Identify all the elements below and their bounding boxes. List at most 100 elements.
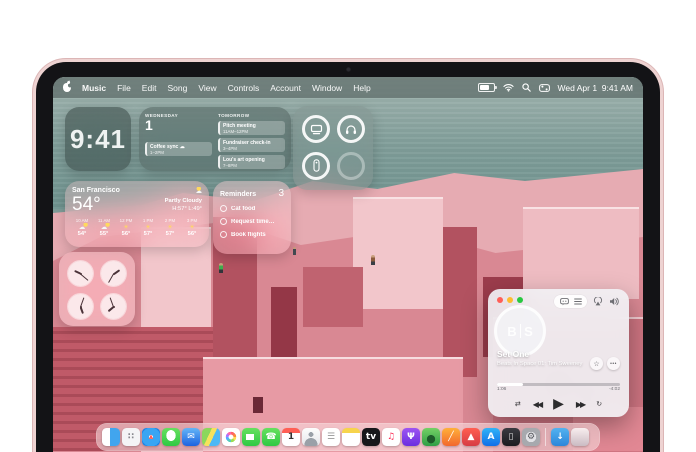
headphones-button[interactable] xyxy=(337,115,365,143)
dock-app-icon[interactable] xyxy=(202,428,220,446)
progress-bar[interactable] xyxy=(497,383,620,386)
dock-app-icon[interactable]: ⚙ xyxy=(522,428,540,446)
dock-app-icon[interactable]: ☰ xyxy=(322,428,340,446)
apple-menu-icon[interactable] xyxy=(63,83,71,92)
shuffle-button[interactable]: ⇄ xyxy=(515,400,521,408)
display-icon xyxy=(310,124,323,135)
dock-app-icon[interactable]: ▯ xyxy=(502,428,520,446)
headphones-icon xyxy=(345,124,357,135)
dock-app-icon[interactable] xyxy=(342,428,360,446)
dock-app-icon[interactable] xyxy=(422,428,440,446)
reminder-checkbox[interactable] xyxy=(220,205,227,212)
menu-item[interactable]: File xyxy=(117,83,131,93)
play-button[interactable]: ▶ xyxy=(553,397,564,411)
weather-high-low: H:57° L:49° xyxy=(165,205,202,214)
calendar-widget[interactable]: WEDNESDAY 1 Coffee sync ☁ 1–2PM TOMORROW xyxy=(139,107,291,171)
world-clock-widget[interactable] xyxy=(59,252,135,326)
reminders-widget[interactable]: Reminders 3 Cat food Request time… Book … xyxy=(213,181,291,254)
dock-app-icon[interactable] xyxy=(242,428,260,446)
repeat-button[interactable]: ↻ xyxy=(596,400,602,408)
screen-mirroring-button[interactable] xyxy=(302,115,330,143)
calendar-tomorrow-column: TOMORROW Pitch meeting 11AM–12PM Fundrai… xyxy=(218,113,285,165)
weather-hour: 2 PM 57° xyxy=(160,218,180,237)
dock-app-icon[interactable] xyxy=(162,428,180,446)
screen: Music File Edit Song View Controls Account Wind… xyxy=(53,77,643,452)
page-background: Music File Edit Song View Controls Account Wind… xyxy=(0,0,696,452)
window-control-button[interactable] xyxy=(507,297,513,303)
person-figure xyxy=(371,255,375,265)
calendar-today-column: WEDNESDAY 1 Coffee sync ☁ 1–2PM xyxy=(145,113,212,165)
calendar-event[interactable]: Fundraiser check-in 3–4PM xyxy=(218,138,285,152)
weather-condition-icon xyxy=(192,187,202,195)
transport-controls: ⇄ ◀◀ ▶ ▶▶ ↻ xyxy=(488,393,629,415)
search-icon[interactable] xyxy=(522,83,531,92)
dock-app-icon[interactable]: ▴ xyxy=(142,428,160,446)
track-subtitle: Beats In Space 01: Tim Sweeney xyxy=(497,361,582,367)
menu-item[interactable]: View xyxy=(198,83,216,93)
dock-app-icon[interactable]: ╱ xyxy=(442,428,460,446)
dock-app-icon[interactable]: A xyxy=(482,428,500,446)
remote-button[interactable] xyxy=(302,152,330,180)
control-center-icon[interactable] xyxy=(539,84,550,92)
status-area: Wed Apr 1 9:41 AM xyxy=(478,83,633,93)
reminder-item[interactable]: Book flights xyxy=(220,231,284,238)
analog-clock xyxy=(67,260,94,287)
dock-app-icon[interactable] xyxy=(102,428,120,446)
window-control-button[interactable] xyxy=(517,297,523,303)
music-player-window[interactable]: B S Set One Beats In Space 01: Tim Sween… xyxy=(488,289,629,417)
weather-hour-icon xyxy=(138,223,158,231)
calendar-day-label: WEDNESDAY xyxy=(145,113,212,118)
person-figure xyxy=(219,263,223,273)
menubar-clock[interactable]: Wed Apr 1 9:41 AM xyxy=(558,83,633,93)
remote-icon xyxy=(313,159,320,172)
menu-item[interactable]: Account xyxy=(270,83,301,93)
favorite-button[interactable]: ☆ xyxy=(590,357,603,370)
menu-item[interactable]: Song xyxy=(167,83,187,93)
dock-app-icon[interactable]: ☎ xyxy=(262,428,280,446)
calendar-event[interactable]: Coffee sync ☁ 1–2PM xyxy=(145,142,212,156)
reminder-item[interactable]: Request time… xyxy=(220,218,284,225)
calendar-day-number: 1 xyxy=(145,118,212,133)
reminder-item[interactable]: Cat food xyxy=(220,205,284,212)
dock-app-icon[interactable]: ∷ xyxy=(122,428,140,446)
empty-control-slot[interactable] xyxy=(337,152,365,180)
weather-hour-icon xyxy=(72,223,92,231)
next-button[interactable]: ▶▶ xyxy=(576,400,584,409)
dock-app-icon[interactable] xyxy=(222,428,240,446)
dock-app-icon[interactable] xyxy=(302,428,320,446)
reminder-checkbox[interactable] xyxy=(220,231,227,238)
menu-item[interactable]: Help xyxy=(353,83,370,93)
reminder-checkbox[interactable] xyxy=(220,218,227,225)
clock-widget[interactable]: 9:41 xyxy=(65,107,131,171)
wifi-icon[interactable] xyxy=(503,83,514,92)
dock-app-icon[interactable]: ✉ xyxy=(182,428,200,446)
weather-widget[interactable]: San Francisco 54° Partly Cloudy H:57° L:… xyxy=(65,181,209,247)
calendar-event[interactable]: Pitch meeting 11AM–12PM xyxy=(218,121,285,135)
dock-app-icon[interactable] xyxy=(571,428,589,446)
menu-item[interactable]: Controls xyxy=(228,83,260,93)
ipad-device: Music File Edit Song View Controls Account Wind… xyxy=(36,62,660,452)
weather-hour-icon xyxy=(94,223,114,231)
weather-hour-icon xyxy=(116,223,136,231)
dock-app-icon[interactable]: ♫ xyxy=(382,428,400,446)
analog-clock xyxy=(100,293,127,320)
previous-button[interactable]: ◀◀ xyxy=(533,400,541,409)
dock-app-icon[interactable]: tv xyxy=(362,428,380,446)
weather-hour: 3 PM 56° xyxy=(182,218,202,237)
menu-item[interactable]: Window xyxy=(312,83,342,93)
weather-hour-icon xyxy=(182,223,202,231)
window-control-button[interactable] xyxy=(497,297,503,303)
reminders-title: Reminders xyxy=(220,191,256,198)
dock-app-icon[interactable]: ↓ xyxy=(551,428,569,446)
analog-clock xyxy=(67,293,94,320)
menu-item[interactable]: Edit xyxy=(142,83,157,93)
dock-app-icon[interactable]: ▲ xyxy=(462,428,480,446)
track-title: Set One xyxy=(497,349,529,359)
menu-item[interactable]: Music xyxy=(82,83,106,93)
calendar-event[interactable]: Lou's art opening 7–8PM xyxy=(218,155,285,169)
weather-hour-icon xyxy=(160,223,180,231)
dock-app-icon[interactable]: Ψ xyxy=(402,428,420,446)
dock-app-icon[interactable]: 1 xyxy=(282,428,300,446)
more-button[interactable]: ••• xyxy=(607,357,620,370)
weather-hour: 10 AM 54° xyxy=(72,218,92,237)
